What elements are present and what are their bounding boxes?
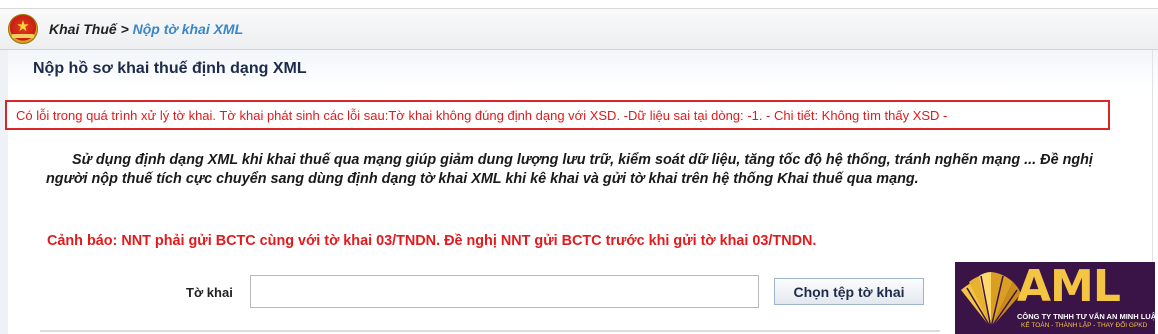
choose-file-button[interactable]: Chọn tệp tờ khai — [774, 278, 924, 305]
aml-services-line: KẾ TOÁN - THÀNH LẬP - THAY ĐỔI GPKD — [1021, 322, 1148, 329]
error-message: Có lỗi trong quá trình xử lý tờ khai. Tờ… — [16, 108, 948, 123]
page-title: Nộp hồ sơ khai thuế định dạng XML — [33, 60, 307, 77]
breadcrumb-trail: Khai Thuế > Nộp tờ khai XML — [49, 21, 243, 37]
left-gutter — [0, 50, 8, 334]
error-alert: Có lỗi trong quá trình xử lý tờ khai. Tờ… — [5, 100, 1110, 130]
form-divider — [40, 330, 940, 332]
breadcrumb-home-link[interactable]: Khai Thuế — [49, 21, 117, 37]
aml-company-name: CÔNG TY TNHH TƯ VẤN AN MINH LUẬT — [1017, 312, 1158, 321]
aml-brand-text: AML — [1017, 261, 1121, 312]
top-strip — [0, 0, 1158, 8]
declaration-file-label: Tờ khai — [186, 285, 233, 300]
national-emblem-icon: ★ — [8, 14, 38, 44]
aml-fan-icon — [961, 272, 1021, 329]
emblem-star-icon: ★ — [16, 17, 30, 35]
declaration-file-input[interactable] — [250, 275, 759, 308]
breadcrumb: ★ Khai Thuế > Nộp tờ khai XML — [0, 8, 1158, 50]
bctc-warning-text: Cảnh báo: NNT phải gửi BCTC cùng với tờ … — [47, 233, 817, 249]
aml-watermark-logo: AML CÔNG TY TNHH TƯ VẤN AN MINH LUẬT KẾ … — [955, 261, 1158, 334]
breadcrumb-separator: > — [120, 21, 129, 37]
breadcrumb-current-link[interactable]: Nộp tờ khai XML — [133, 21, 244, 37]
xml-info-text: Sử dụng định dạng XML khi khai thuế qua … — [46, 152, 1093, 187]
emblem-ribbon — [12, 34, 34, 38]
